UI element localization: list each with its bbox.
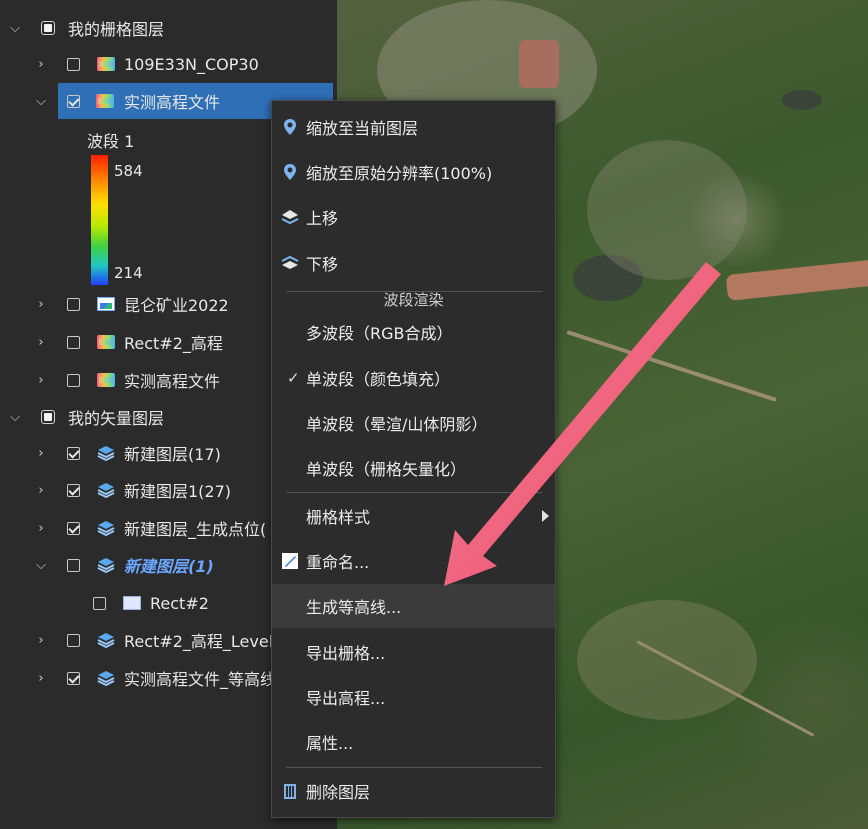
move-up-icon [281,210,299,225]
menu-item-single-band-fill[interactable]: ✓ 单波段（颜色填充） [272,356,555,400]
location-pin-icon [284,119,296,135]
chevron-right-icon[interactable]: › [34,521,48,536]
chevron-right-icon[interactable]: › [34,671,48,686]
menu-item-generate-contours[interactable]: 生成等高线... [272,584,555,628]
layers-icon [97,671,115,686]
layer-checkbox[interactable] [67,484,80,497]
menu-item-properties[interactable]: 属性... [272,720,555,764]
layer-context-menu: 缩放至当前图层 缩放至原始分辨率(100%) 上移 下移 波段渲染 多波段（RG… [271,100,556,818]
village [587,140,747,280]
raster-icon [96,94,114,108]
layer-label: 实测高程文件 [124,93,221,112]
layers-icon [97,558,115,573]
band-render-header: 波段渲染 [383,291,444,309]
menu-item-rename[interactable]: 重命名... [272,539,555,583]
raster-icon [97,57,115,71]
chevron-down-icon[interactable]: ⌵ [34,558,48,573]
chevron-right-icon[interactable]: › [34,57,48,72]
layer-label: 109E33N_COP30 [124,54,259,74]
rename-icon [282,553,298,569]
layer-checkbox[interactable] [67,374,80,387]
pond [782,90,822,110]
layer-checkbox[interactable] [67,298,80,311]
group-checkbox[interactable] [41,410,55,424]
layer-checkbox[interactable] [67,634,80,647]
menu-item-multi-band[interactable]: 多波段（RGB合成） [272,310,555,354]
trash-icon [284,784,296,799]
image-icon [97,297,115,311]
move-down-icon [281,255,299,269]
rectangle-icon [123,596,141,610]
layer-label: 昆仑矿业2022 [124,296,229,315]
menu-item-single-band-vectorize[interactable]: 单波段（栅格矢量化） [272,446,555,490]
menu-item-zoom-native[interactable]: 缩放至原始分辨率(100%) [272,150,555,194]
menu-item-move-down[interactable]: 下移 [272,241,555,285]
menu-separator [286,767,542,768]
raster-icon [97,335,115,349]
quarry-road [725,259,868,301]
layer-checkbox[interactable] [93,597,106,610]
layer-checkbox[interactable] [67,522,80,535]
layer-label: Rect#2_高程_Level_ [124,632,282,651]
layer-checkbox[interactable] [67,447,80,460]
menu-item-move-up[interactable]: 上移 [272,195,555,239]
layer-checkbox[interactable] [67,672,80,685]
menu-item-export-raster[interactable]: 导出栅格... [272,630,555,674]
layers-icon [97,446,115,461]
layer-label: 新建图层_生成点位( [124,520,267,539]
layers-icon [97,483,115,498]
chevron-right-icon[interactable]: › [34,373,48,388]
village [577,600,757,720]
raster-group-row[interactable]: ⌵ 我的栅格图层 [0,10,337,46]
menu-item-zoom-to-layer[interactable]: 缩放至当前图层 [272,105,555,149]
layer-label: 新建图层(17) [124,445,221,464]
layer-label: Rect#2_高程 [124,334,223,353]
chevron-right-icon[interactable]: › [34,446,48,461]
location-pin-icon [284,164,296,180]
raster-group-label: 我的栅格图层 [68,20,165,39]
layers-icon [97,633,115,648]
chevron-right-icon[interactable]: › [34,335,48,350]
layer-label: 新建图层1(27) [124,482,232,501]
chevron-right-icon[interactable]: › [34,297,48,312]
layer-label: Rect#2 [150,593,209,613]
layer-label: 实测高程文件 [124,372,221,391]
legend-min: 214 [114,264,143,282]
chevron-down-icon[interactable]: ⌵ [8,21,22,36]
legend-max: 584 [114,162,143,180]
layer-checkbox[interactable] [67,559,80,572]
layer-checkbox[interactable] [67,95,80,108]
band-label: 波段 1 [87,132,135,151]
layer-label: 新建图层(1) [124,557,214,576]
menu-item-delete-layer[interactable]: 删除图层 [272,769,555,813]
vector-group-label: 我的矢量图层 [68,409,165,428]
chevron-right-icon[interactable]: › [34,483,48,498]
menu-separator [286,492,542,493]
menu-item-single-band-hillshade[interactable]: 单波段（晕渲/山体阴影） [272,401,555,445]
layers-icon [97,521,115,536]
chevron-down-icon[interactable]: ⌵ [34,94,48,109]
chevron-down-icon[interactable]: ⌵ [8,410,22,425]
layer-label: 实测高程文件_等高线 [124,670,277,689]
raster-layer-row[interactable]: › 109E33N_COP30 [0,46,337,82]
group-checkbox[interactable] [41,21,55,35]
submenu-arrow-icon [542,510,549,522]
menu-item-export-elevation[interactable]: 导出高程... [272,675,555,719]
road [566,330,777,402]
layer-checkbox[interactable] [67,336,80,349]
color-ramp-legend [91,155,108,285]
chevron-right-icon[interactable]: › [34,633,48,648]
menu-item-raster-style[interactable]: 栅格样式 [272,494,555,538]
checkmark-icon: ✓ [287,369,300,387]
layer-checkbox[interactable] [67,58,80,71]
raster-icon [97,373,115,387]
